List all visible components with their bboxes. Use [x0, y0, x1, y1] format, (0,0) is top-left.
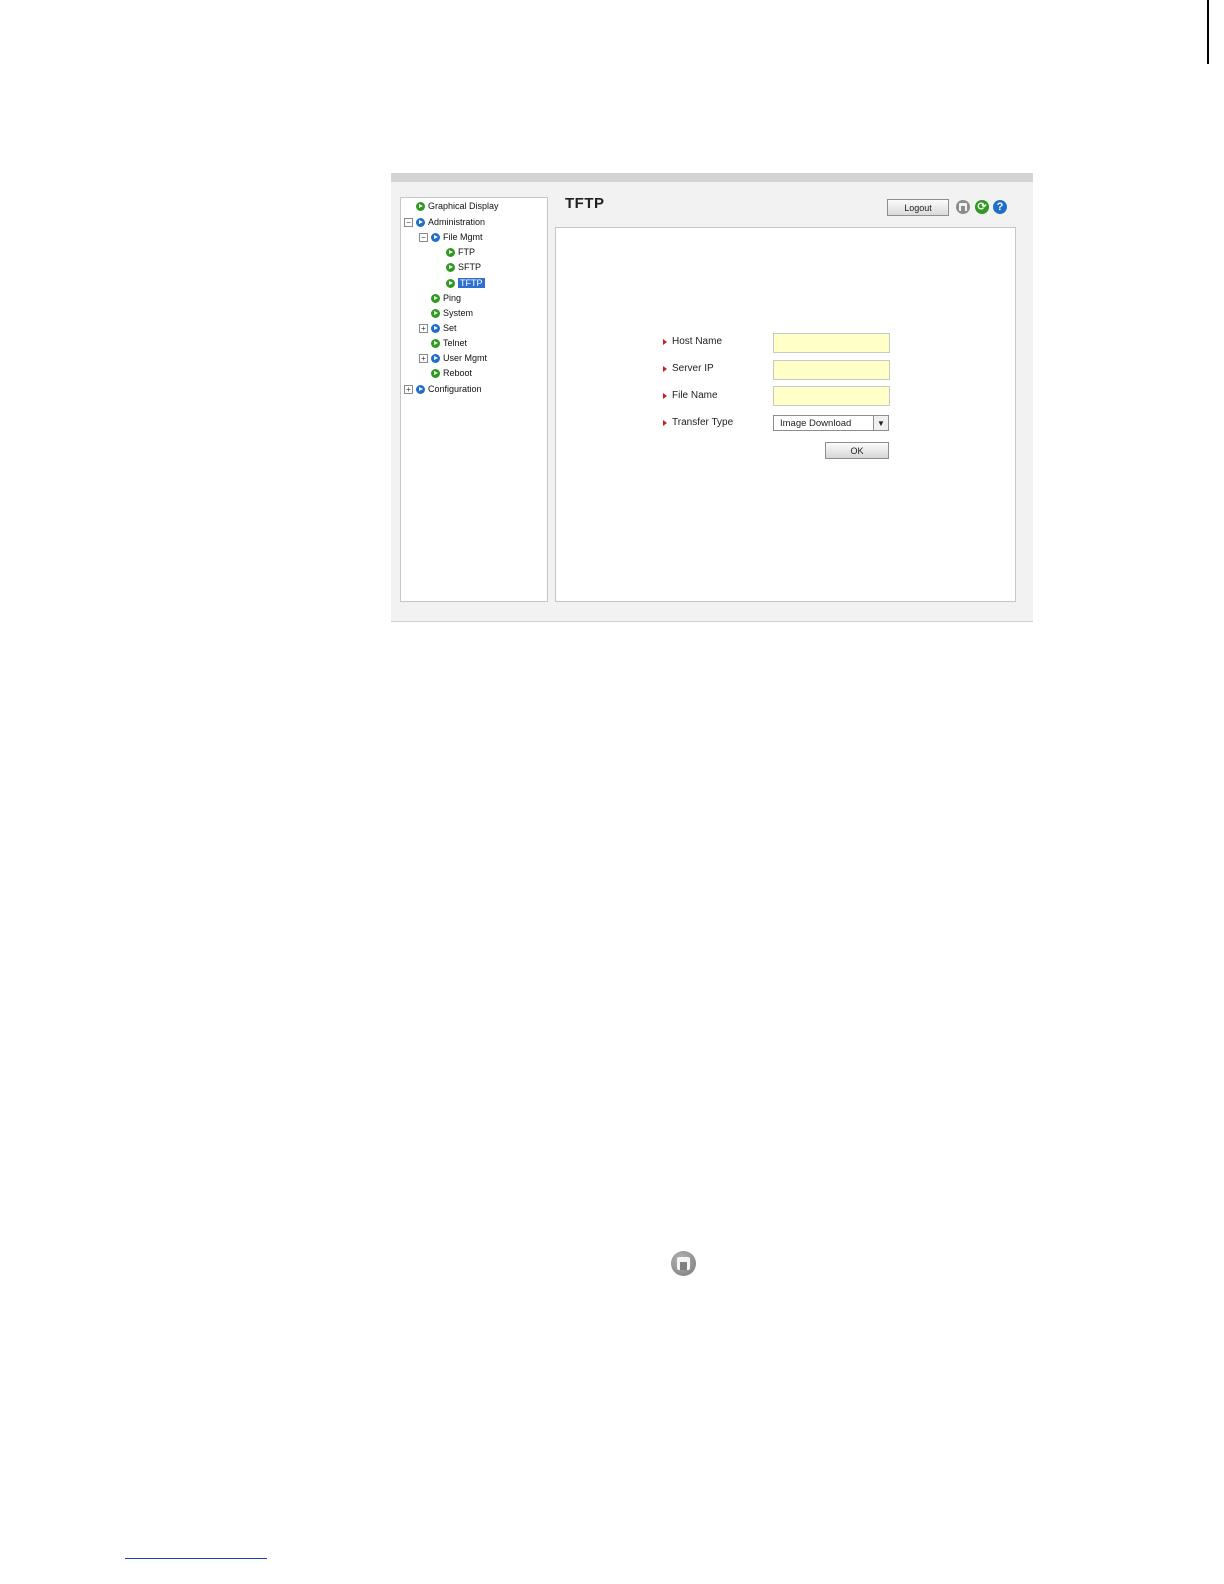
server-ip-label: Server IP: [663, 363, 714, 374]
logout-button[interactable]: Logout: [887, 199, 949, 216]
arrow-bullet-icon: [446, 262, 455, 272]
save-icon: [671, 1251, 696, 1276]
arrow-bullet-icon: [446, 247, 455, 257]
tree-item-label: Reboot: [443, 368, 473, 378]
arrow-bullet-icon: [431, 232, 440, 242]
red-arrow-icon: [663, 365, 667, 372]
collapse-toggle-icon[interactable]: −: [419, 233, 428, 242]
tree-item-label: Telnet: [443, 338, 468, 348]
expand-toggle-icon[interactable]: +: [404, 385, 413, 394]
help-icon[interactable]: ?: [993, 200, 1007, 214]
file-name-label-text: File Name: [672, 390, 718, 401]
tftp-form-panel: Host Name Server IP File Name Transfer T…: [555, 227, 1016, 602]
expand-toggle-icon[interactable]: +: [419, 354, 428, 363]
tree-item-label: File Mgmt: [443, 232, 483, 242]
transfer-type-value: Image Download: [780, 417, 852, 429]
page-title: TFTP: [565, 195, 605, 212]
arrow-bullet-icon: [416, 217, 425, 227]
tree-item-ftp[interactable]: FTP: [446, 245, 475, 259]
tree-item-label: Ping: [443, 293, 462, 303]
tree-item-reboot[interactable]: Reboot: [431, 366, 472, 380]
host-name-input[interactable]: [773, 333, 890, 353]
tree-item-ping[interactable]: Ping: [431, 291, 461, 305]
navigation-tree: Graphical Display − Administration − Fil…: [400, 197, 548, 602]
file-name-label: File Name: [663, 390, 718, 401]
red-arrow-icon: [663, 338, 667, 345]
host-name-label-text: Host Name: [672, 336, 723, 347]
tree-item-label: Configuration: [428, 384, 482, 394]
tree-item-label: System: [443, 308, 474, 318]
tree-item-label: User Mgmt: [443, 353, 488, 363]
server-ip-label-text: Server IP: [672, 363, 714, 374]
tree-item-label-selected: TFTP: [458, 278, 485, 288]
transfer-type-label-text: Transfer Type: [672, 417, 734, 428]
arrow-bullet-icon: [446, 278, 455, 288]
transfer-type-select[interactable]: Image Download ▼: [773, 415, 889, 431]
host-name-label: Host Name: [663, 336, 722, 347]
arrow-bullet-icon: [431, 308, 440, 318]
tree-item-set[interactable]: Set: [431, 321, 457, 335]
tree-item-user-mgmt[interactable]: User Mgmt: [431, 351, 487, 365]
tree-item-system[interactable]: System: [431, 306, 473, 320]
tree-item-tftp[interactable]: TFTP: [446, 276, 485, 290]
page-edge-rule: [1207, 0, 1209, 64]
red-arrow-icon: [663, 392, 667, 399]
expand-toggle-icon[interactable]: +: [419, 324, 428, 333]
tree-item-sftp[interactable]: SFTP: [446, 260, 481, 274]
refresh-icon[interactable]: ⟳: [975, 200, 989, 214]
tree-item-telnet[interactable]: Telnet: [431, 336, 467, 350]
tree-item-label: SFTP: [458, 262, 482, 272]
tree-item-label: Set: [443, 323, 457, 333]
tree-item-graphical-display[interactable]: Graphical Display: [416, 199, 499, 213]
tree-item-label: Administration: [428, 217, 486, 227]
arrow-bullet-icon: [431, 293, 440, 303]
transfer-type-label: Transfer Type: [663, 417, 733, 428]
tree-item-file-mgmt[interactable]: File Mgmt: [431, 230, 483, 244]
save-icon[interactable]: [956, 200, 970, 214]
arrow-bullet-icon: [431, 353, 440, 363]
file-name-input[interactable]: [773, 386, 890, 406]
chevron-down-icon[interactable]: ▼: [873, 416, 888, 430]
frame-top-bar: [391, 173, 1033, 182]
tree-item-administration[interactable]: Administration: [416, 215, 485, 229]
arrow-bullet-icon: [431, 323, 440, 333]
arrow-bullet-icon: [431, 338, 440, 348]
tree-item-label: FTP: [458, 247, 475, 257]
red-arrow-icon: [663, 419, 667, 426]
footer-rule: [125, 1558, 267, 1559]
tftp-screenshot-frame: Graphical Display − Administration − Fil…: [391, 173, 1033, 622]
arrow-bullet-icon: [416, 201, 425, 211]
collapse-toggle-icon[interactable]: −: [404, 218, 413, 227]
arrow-bullet-icon: [416, 384, 425, 394]
arrow-bullet-icon: [431, 368, 440, 378]
ok-button[interactable]: OK: [825, 442, 889, 459]
tree-item-configuration[interactable]: Configuration: [416, 382, 482, 396]
tree-item-label: Graphical Display: [428, 201, 499, 211]
server-ip-input[interactable]: [773, 360, 890, 380]
